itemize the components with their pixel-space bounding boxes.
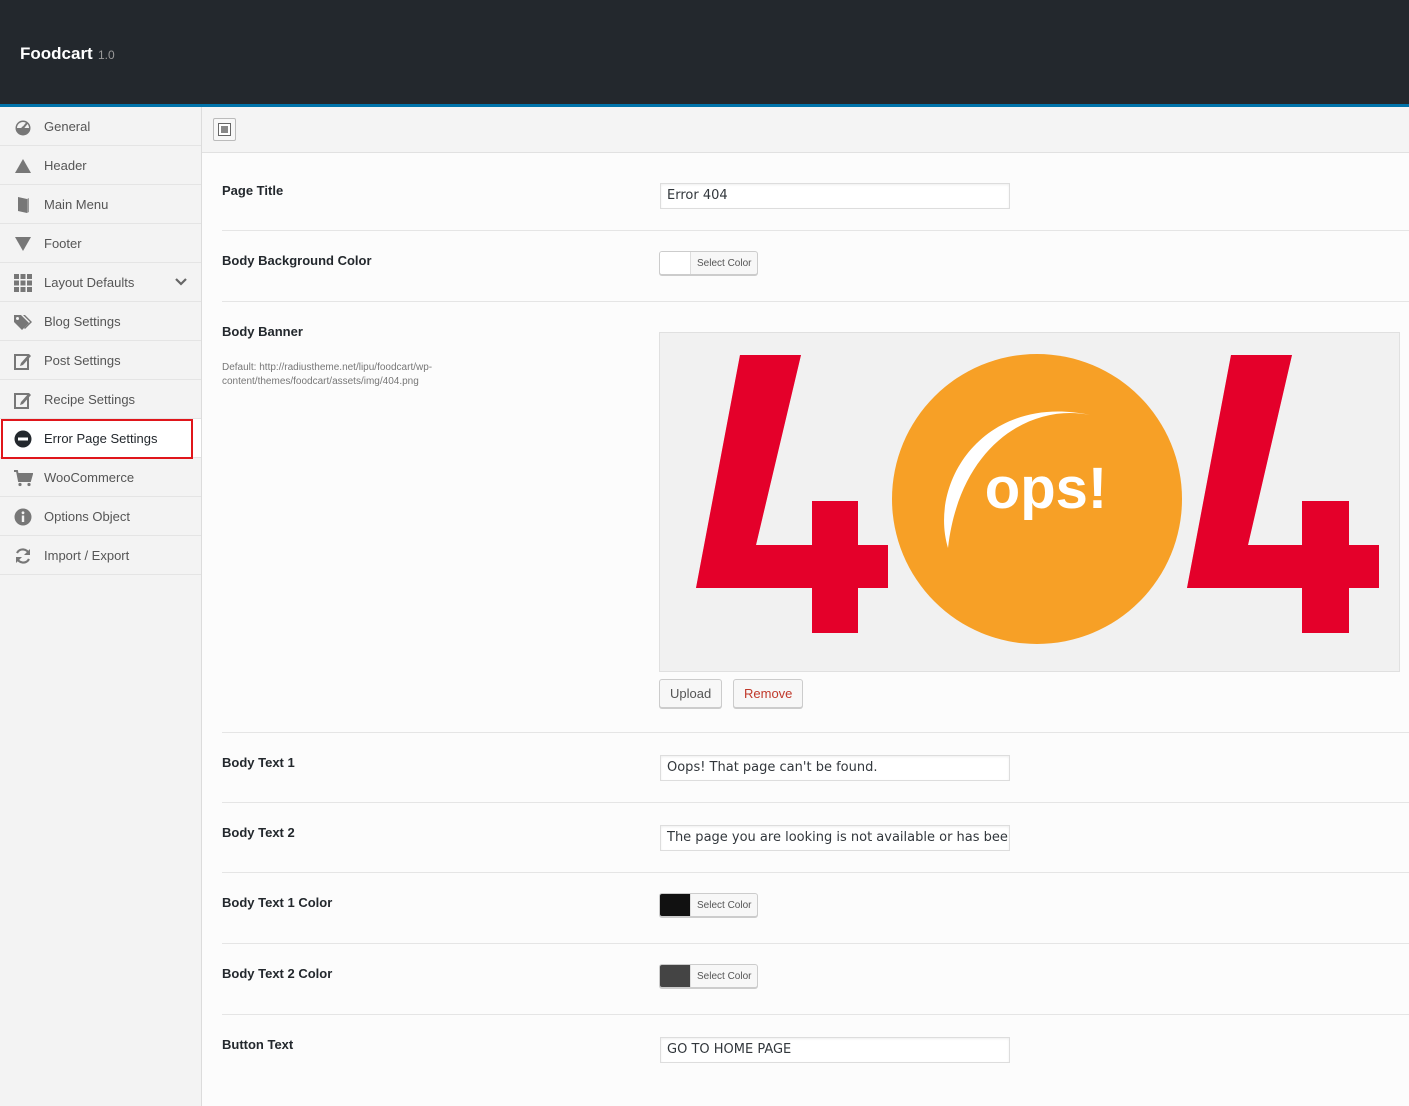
body-banner-preview: ops! [659, 332, 1400, 672]
body-text-1-color-label: Body Text 1 Color [222, 895, 333, 910]
body-text-1-label: Body Text 1 [222, 755, 295, 770]
body-text-2-input[interactable]: The page you are looking is not availabl… [660, 825, 1010, 851]
select-color-label: Select Color [697, 257, 752, 269]
book-icon [13, 195, 33, 215]
sidebar-item-general[interactable]: General [0, 107, 201, 146]
button-text-input[interactable]: GO TO HOME PAGE [660, 1037, 1010, 1063]
sidebar-item-import-export[interactable]: Import / Export [0, 536, 201, 575]
banner-404-image: ops! [696, 354, 1379, 644]
sidebar-item-label: WooCommerce [44, 470, 135, 485]
body-text-2-color-label: Body Text 2 Color [222, 966, 333, 981]
banner-ops-text: ops! [985, 456, 1107, 521]
body-text-1-color-picker[interactable]: Select Color [659, 893, 759, 917]
body-bg-color-label: Body Background Color [222, 253, 372, 268]
sidebar-item-options-object[interactable]: Options Object [0, 497, 201, 536]
body-banner-label: Body Banner [222, 324, 303, 339]
sidebar-item-label: Header [44, 158, 87, 173]
page-title-label: Page Title [222, 183, 284, 198]
triangle-down-icon [13, 234, 33, 254]
divider [222, 802, 1409, 803]
sidebar-item-label: Options Object [44, 509, 130, 524]
sidebar-item-woocommerce[interactable]: WooCommerce [0, 458, 201, 497]
body-bg-color-picker[interactable]: Select Color [659, 251, 759, 275]
sidebar-item-label: Error Page Settings [44, 431, 158, 446]
edit-icon [13, 390, 33, 410]
sidebar-item-error-page-settings[interactable]: Error Page Settings [0, 419, 201, 458]
expand-options-button[interactable] [213, 118, 236, 141]
chevron-down-icon[interactable] [173, 274, 189, 290]
sidebar-item-recipe-settings[interactable]: Recipe Settings [0, 380, 201, 419]
body-text-1-input[interactable]: Oops! That page can't be found. [660, 755, 1010, 781]
sidebar-item-header[interactable]: Header [0, 146, 201, 185]
sidebar-item-label: Main Menu [44, 197, 109, 212]
select-color-label: Select Color [697, 970, 752, 982]
body-text-2-label: Body Text 2 [222, 825, 295, 840]
cart-icon [13, 468, 33, 488]
color-swatch [660, 965, 691, 987]
divider [222, 230, 1409, 231]
minus-circle-icon [13, 429, 33, 449]
info-icon [13, 507, 33, 527]
sidebar-item-label: Recipe Settings [44, 392, 136, 407]
button-text-label: Button Text [222, 1037, 294, 1052]
divider [222, 943, 1409, 944]
sidebar-item-label: Import / Export [44, 548, 130, 563]
options-toolbar [202, 107, 1409, 153]
sidebar-item-label: Layout Defaults [44, 275, 135, 290]
grid-icon [13, 273, 33, 293]
triangle-up-icon [13, 156, 33, 176]
refresh-icon [13, 546, 33, 566]
banner-digit-left [696, 355, 888, 633]
sidebar-item-label: Footer [44, 236, 82, 251]
sidebar-item-main-menu[interactable]: Main Menu [0, 185, 201, 224]
select-color-label: Select Color [697, 899, 752, 911]
upload-button[interactable]: Upload [659, 679, 723, 708]
divider [222, 301, 1409, 302]
color-swatch [660, 894, 691, 916]
layout-toggle-icon [218, 123, 231, 136]
remove-button[interactable]: Remove [733, 679, 804, 708]
divider [222, 872, 1409, 873]
tags-icon [13, 312, 33, 332]
sidebar-item-footer[interactable]: Footer [0, 224, 201, 263]
options-sidebar: General Header Main Menu Footer Layout D… [0, 107, 202, 1106]
sidebar-item-blog-settings[interactable]: Blog Settings [0, 302, 201, 341]
options-panel: Page Title Error 404 Body Background Col… [202, 107, 1409, 1106]
page-title-input[interactable]: Error 404 [660, 183, 1010, 209]
sidebar-item-label: Post Settings [44, 353, 121, 368]
color-swatch [660, 252, 691, 274]
app-version: 1.0 [98, 48, 115, 62]
sidebar-item-label: Blog Settings [44, 314, 121, 329]
banner-digit-right [1187, 355, 1379, 633]
sidebar-item-label: General [44, 119, 91, 134]
body-banner-description: Default: http://radiustheme.net/lipu/foo… [222, 362, 433, 387]
edit-icon [13, 351, 33, 371]
sidebar-item-post-settings[interactable]: Post Settings [0, 341, 201, 380]
dashboard-icon [13, 117, 33, 137]
sidebar-item-layout-defaults[interactable]: Layout Defaults [0, 263, 201, 302]
body-text-2-color-picker[interactable]: Select Color [659, 964, 759, 988]
admin-header: Foodcart 1.0 [0, 0, 1409, 105]
app-title: Foodcart [20, 44, 93, 63]
divider [222, 732, 1409, 733]
divider [222, 1014, 1409, 1015]
